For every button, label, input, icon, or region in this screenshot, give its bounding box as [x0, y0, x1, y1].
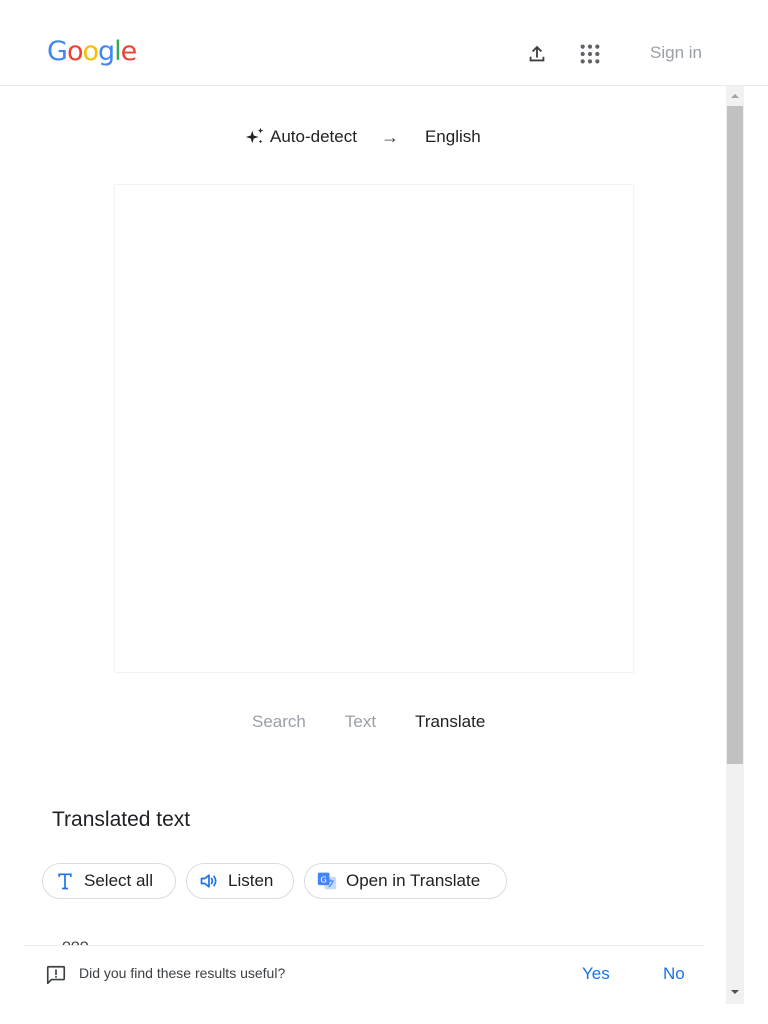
- listen-label: Listen: [228, 871, 274, 890]
- google-logo[interactable]: Google: [47, 36, 138, 67]
- logo-letter-e: e: [120, 36, 138, 67]
- image-preview[interactable]: [114, 184, 634, 673]
- feedback-icon: [46, 965, 66, 985]
- translated-text-heading: Translated text: [52, 808, 191, 831]
- upload-button[interactable]: [521, 38, 553, 70]
- logo-letter-o1: o: [66, 36, 84, 67]
- speaker-icon: [199, 871, 219, 891]
- tab-text[interactable]: Text: [345, 712, 376, 732]
- scroll-down-arrow-icon[interactable]: [726, 982, 744, 1002]
- lens-mode-tabs: Search Text Translate: [252, 712, 485, 732]
- apps-grid-icon: [580, 44, 600, 64]
- tab-search[interactable]: Search: [252, 712, 306, 732]
- google-apps-button[interactable]: [574, 38, 606, 70]
- action-chip-row: Select all Listen G Open in Translate: [42, 863, 517, 899]
- upload-icon: [529, 45, 545, 62]
- logo-letter-g: G: [47, 36, 68, 67]
- open-in-translate-button[interactable]: G Open in Translate: [304, 863, 507, 899]
- svg-text:G: G: [320, 875, 326, 885]
- tab-translate[interactable]: Translate: [415, 712, 485, 732]
- language-selector-row: Auto-detect → English: [244, 122, 481, 152]
- logo-letter-o2: o: [82, 36, 99, 67]
- sparkle-icon: [245, 127, 264, 144]
- header-bar: Google Sign in: [0, 0, 768, 86]
- feedback-question: Did you find these results useful?: [79, 965, 286, 981]
- scrollbar-thumb[interactable]: [727, 106, 743, 764]
- listen-button[interactable]: Listen: [186, 863, 294, 899]
- text-t-icon: [55, 871, 75, 891]
- vertical-scrollbar[interactable]: [726, 86, 744, 1004]
- google-translate-icon: G: [317, 871, 337, 891]
- arrow-right-icon: →: [380, 126, 399, 147]
- feedback-no-button[interactable]: No: [663, 964, 689, 984]
- target-language-button[interactable]: English: [425, 127, 481, 147]
- main-content: Auto-detect → English Search Text Transl…: [24, 86, 726, 1004]
- open-in-translate-label: Open in Translate: [346, 871, 481, 890]
- select-all-label: Select all: [84, 871, 153, 890]
- scroll-up-arrow-icon[interactable]: [726, 86, 744, 106]
- feedback-bar: Did you find these results useful? Yes N…: [24, 945, 704, 1004]
- select-all-button[interactable]: Select all: [42, 863, 176, 899]
- logo-letter-g2: g: [98, 36, 115, 67]
- feedback-yes-button[interactable]: Yes: [582, 964, 616, 984]
- source-language-button[interactable]: Auto-detect: [270, 127, 357, 147]
- sign-in-button[interactable]: Sign in: [640, 40, 712, 66]
